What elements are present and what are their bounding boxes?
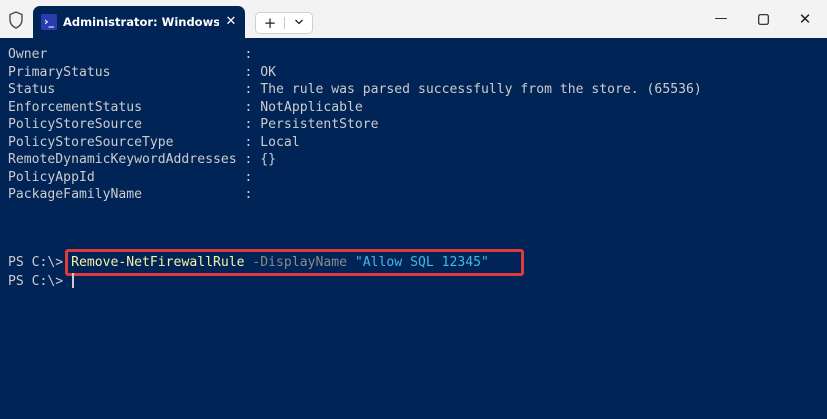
property-value: PersistentStore <box>260 117 379 132</box>
prompt: PS C:\> <box>8 274 72 289</box>
output-line: EnforcementStatus : NotApplicable <box>8 99 363 116</box>
separator: : <box>244 64 261 80</box>
parameter-value: "Allow SQL 12345" <box>354 255 489 270</box>
current-input-line[interactable]: PS C:\> <box>8 273 75 290</box>
command-line: PS C:\> Remove-NetFirewallRule -DisplayN… <box>8 254 489 271</box>
property-name: PolicyAppId <box>8 169 245 185</box>
maximize-icon[interactable] <box>750 8 776 30</box>
text-cursor <box>72 273 75 288</box>
property-name: PolicyStoreSource <box>8 117 245 132</box>
prompt: PS C:\> <box>8 255 72 270</box>
plus-icon[interactable]: + <box>256 13 284 33</box>
separator: : <box>244 169 261 185</box>
tab-powershell[interactable]: ›_ Administrator: Windows PowerShell ✕ <box>33 6 245 38</box>
divider <box>284 17 285 29</box>
property-value: NotApplicable <box>260 99 363 115</box>
property-name: PolicyStoreSourceType <box>8 134 245 150</box>
minimize-icon[interactable]: — <box>708 8 734 30</box>
terminal-output[interactable]: Owner : PrimaryStatus : OK Status : The … <box>0 38 827 419</box>
terminal-window: ›_ Administrator: Windows PowerShell ✕ +… <box>0 0 827 419</box>
property-value: {} <box>260 152 277 167</box>
title-bar: ›_ Administrator: Windows PowerShell ✕ +… <box>0 0 827 38</box>
chevron-down-icon[interactable] <box>286 13 312 33</box>
new-tab-group: + <box>255 12 313 34</box>
separator: : <box>244 134 261 150</box>
separator: : <box>244 187 261 202</box>
property-value: Local <box>260 134 300 150</box>
tab-title: Administrator: Windows PowerShell <box>63 15 219 29</box>
close-icon[interactable]: ✕ <box>223 14 239 30</box>
output-line: RemoteDynamicKeywordAddresses : {} <box>8 151 276 168</box>
separator: : <box>244 82 261 97</box>
separator: : <box>244 152 261 167</box>
property-name: PrimaryStatus <box>8 64 245 80</box>
separator: : <box>244 117 261 132</box>
shield-icon <box>8 11 24 29</box>
output-line: Status : The rule was parsed successfull… <box>8 81 702 98</box>
property-name: Owner <box>8 47 245 62</box>
separator: : <box>244 47 261 62</box>
output-line: PolicyAppId : <box>8 169 260 186</box>
property-name: PackageFamilyName <box>8 187 245 202</box>
property-name: EnforcementStatus <box>8 99 245 115</box>
cmdlet-name: Remove-NetFirewallRule <box>71 255 245 270</box>
property-name: Status <box>8 82 245 97</box>
output-line: Owner : <box>8 46 260 63</box>
powershell-icon: ›_ <box>41 14 57 30</box>
output-line: PolicyStoreSourceType : Local <box>8 134 300 151</box>
property-value: OK <box>260 64 277 80</box>
output-line: PrimaryStatus : OK <box>8 64 276 81</box>
property-value: The rule was parsed successfully from th… <box>260 82 702 97</box>
separator: : <box>244 99 261 115</box>
output-line: PolicyStoreSource : PersistentStore <box>8 116 379 133</box>
property-name: RemoteDynamicKeywordAddresses <box>8 152 245 167</box>
parameter-name: -DisplayName <box>244 255 355 270</box>
output-line: PackageFamilyName : <box>8 186 260 203</box>
close-icon[interactable]: ✕ <box>792 8 818 30</box>
